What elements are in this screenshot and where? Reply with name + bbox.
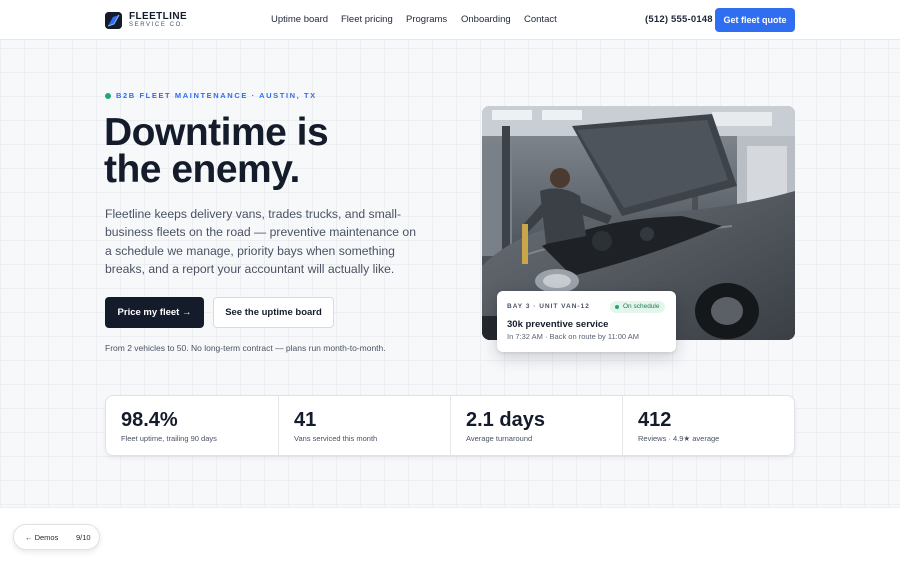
demo-page-counter: 9/10 bbox=[76, 533, 91, 542]
status-dot-icon bbox=[105, 93, 111, 99]
nav-link-fleet-pricing[interactable]: Fleet pricing bbox=[341, 14, 393, 26]
stat-value: 41 bbox=[294, 409, 317, 431]
hero-headline: Downtime is the enemy. bbox=[104, 111, 434, 191]
stat-label: Average turnaround bbox=[466, 434, 533, 443]
fleetline-logo-icon[interactable] bbox=[105, 12, 122, 29]
service-times: In 7:32 AM · Back on route by 11:00 AM bbox=[507, 332, 640, 341]
stat-uptime: 98.4% Fleet uptime, trailing 90 days bbox=[106, 396, 278, 455]
stat-value: 412 bbox=[638, 409, 672, 431]
headline-line-2: the enemy. bbox=[104, 148, 300, 191]
badge-dot-icon bbox=[615, 305, 619, 309]
demo-navigator: ← Demos 9/10 bbox=[13, 524, 100, 550]
stat-label: Reviews · 4.9★ average bbox=[638, 434, 720, 443]
stat-turnaround: 2.1 days Average turnaround bbox=[450, 396, 622, 455]
badge-label: On schedule bbox=[623, 303, 660, 310]
stat-label: Vans serviced this month bbox=[294, 434, 378, 443]
nav-link-uptime-board[interactable]: Uptime board bbox=[271, 14, 328, 26]
get-fleet-quote-button[interactable]: Get fleet quote bbox=[715, 8, 795, 32]
phone-number[interactable]: (512) 555-0148 bbox=[645, 14, 713, 26]
service-title: 30k preventive service bbox=[507, 319, 609, 330]
hero-description: Fleetline keeps delivery vans, trades tr… bbox=[105, 207, 416, 276]
stat-value: 2.1 days bbox=[466, 409, 545, 431]
on-schedule-badge: On schedule bbox=[610, 301, 665, 313]
back-to-demos-link[interactable]: ← Demos bbox=[25, 533, 58, 543]
see-uptime-board-button[interactable]: See the uptime board bbox=[213, 297, 334, 328]
nav-link-programs[interactable]: Programs bbox=[406, 14, 447, 26]
top-nav: FLEETLINE SERVICE CO. Uptime board Fleet… bbox=[0, 0, 900, 40]
nav-link-onboarding[interactable]: Onboarding bbox=[461, 14, 511, 26]
bay-unit-label: BAY 3 · UNIT VAN-12 bbox=[507, 303, 590, 310]
logo-wordmark[interactable]: FLEETLINE bbox=[129, 12, 187, 22]
stat-reviews: 412 Reviews · 4.9★ average bbox=[622, 396, 794, 455]
footer-band bbox=[0, 507, 900, 563]
price-my-fleet-button[interactable]: Price my fleet → bbox=[105, 297, 204, 328]
nav-link-contact[interactable]: Contact bbox=[524, 14, 557, 26]
stat-vans-serviced: 41 Vans serviced this month bbox=[278, 396, 450, 455]
bay-status-card: BAY 3 · UNIT VAN-12 On schedule 30k prev… bbox=[497, 291, 676, 352]
stat-label: Fleet uptime, trailing 90 days bbox=[121, 434, 217, 443]
stats-strip: 98.4% Fleet uptime, trailing 90 days 41 … bbox=[105, 395, 795, 456]
hero-fineprint: From 2 vehicles to 50. No long-term cont… bbox=[105, 343, 386, 353]
headline-line-1: Downtime is bbox=[104, 111, 329, 154]
hero-eyebrow: B2B FLEET MAINTENANCE · AUSTIN, TX bbox=[116, 91, 317, 100]
stat-value: 98.4% bbox=[121, 409, 178, 431]
logo-tagline: SERVICE CO. bbox=[129, 22, 186, 28]
